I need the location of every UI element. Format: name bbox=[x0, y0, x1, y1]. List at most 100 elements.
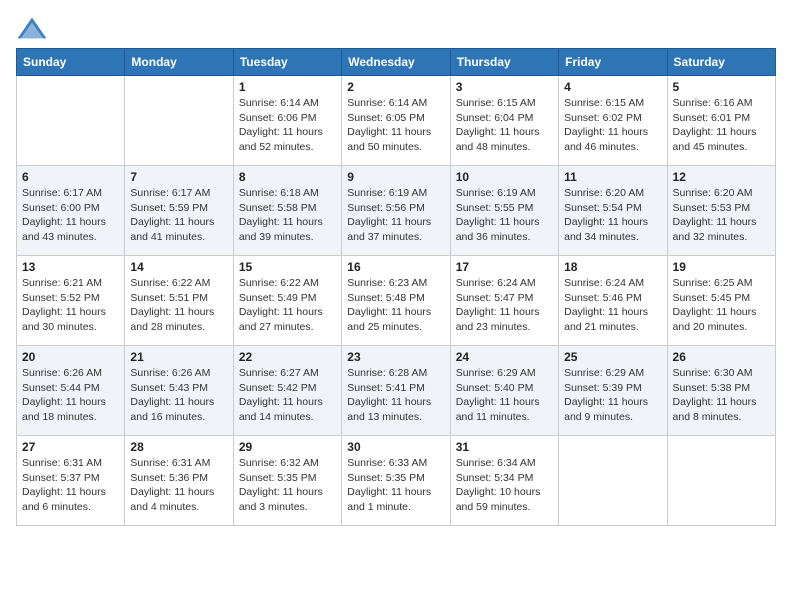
calendar-cell: 13 Sunrise: 6:21 AM Sunset: 5:52 PM Dayli… bbox=[17, 256, 125, 346]
day-number: 19 bbox=[673, 260, 770, 274]
day-number: 7 bbox=[130, 170, 227, 184]
day-number: 13 bbox=[22, 260, 119, 274]
day-info: Sunrise: 6:19 AM Sunset: 5:56 PM Dayligh… bbox=[347, 186, 444, 245]
day-number: 2 bbox=[347, 80, 444, 94]
calendar-cell: 22 Sunrise: 6:27 AM Sunset: 5:42 PM Dayli… bbox=[233, 346, 341, 436]
day-info: Sunrise: 6:20 AM Sunset: 5:53 PM Dayligh… bbox=[673, 186, 770, 245]
day-info: Sunrise: 6:16 AM Sunset: 6:01 PM Dayligh… bbox=[673, 96, 770, 155]
day-info: Sunrise: 6:14 AM Sunset: 6:05 PM Dayligh… bbox=[347, 96, 444, 155]
calendar-cell: 28 Sunrise: 6:31 AM Sunset: 5:36 PM Dayli… bbox=[125, 436, 233, 526]
calendar-cell: 31Sunrise: 6:34 AM Sunset: 5:34 PM Dayli… bbox=[450, 436, 558, 526]
day-number: 5 bbox=[673, 80, 770, 94]
calendar-cell: 7 Sunrise: 6:17 AM Sunset: 5:59 PM Daylig… bbox=[125, 166, 233, 256]
day-info: Sunrise: 6:31 AM Sunset: 5:37 PM Dayligh… bbox=[22, 456, 119, 515]
calendar-week-row: 20Sunrise: 6:26 AM Sunset: 5:44 PM Dayli… bbox=[17, 346, 776, 436]
calendar-header-row: SundayMondayTuesdayWednesdayThursdayFrid… bbox=[17, 49, 776, 76]
page-header bbox=[16, 16, 776, 40]
calendar-cell: 26 Sunrise: 6:30 AM Sunset: 5:38 PM Dayli… bbox=[667, 346, 775, 436]
calendar-cell: 2 Sunrise: 6:14 AM Sunset: 6:05 PM Daylig… bbox=[342, 76, 450, 166]
day-info: Sunrise: 6:25 AM Sunset: 5:45 PM Dayligh… bbox=[673, 276, 770, 335]
weekday-header: Wednesday bbox=[342, 49, 450, 76]
day-info: Sunrise: 6:18 AM Sunset: 5:58 PM Dayligh… bbox=[239, 186, 336, 245]
calendar-cell bbox=[17, 76, 125, 166]
calendar-cell: 12 Sunrise: 6:20 AM Sunset: 5:53 PM Dayli… bbox=[667, 166, 775, 256]
day-number: 11 bbox=[564, 170, 661, 184]
day-number: 20 bbox=[22, 350, 119, 364]
calendar-cell: 1Sunrise: 6:14 AM Sunset: 6:06 PM Daylig… bbox=[233, 76, 341, 166]
calendar-cell: 29 Sunrise: 6:32 AM Sunset: 5:35 PM Dayli… bbox=[233, 436, 341, 526]
day-number: 26 bbox=[673, 350, 770, 364]
calendar-cell: 24 Sunrise: 6:29 AM Sunset: 5:40 PM Dayli… bbox=[450, 346, 558, 436]
day-number: 22 bbox=[239, 350, 336, 364]
day-info: Sunrise: 6:28 AM Sunset: 5:41 PM Dayligh… bbox=[347, 366, 444, 425]
day-info: Sunrise: 6:32 AM Sunset: 5:35 PM Dayligh… bbox=[239, 456, 336, 515]
calendar-cell: 6Sunrise: 6:17 AM Sunset: 6:00 PM Daylig… bbox=[17, 166, 125, 256]
day-info: Sunrise: 6:19 AM Sunset: 5:55 PM Dayligh… bbox=[456, 186, 553, 245]
day-number: 24 bbox=[456, 350, 553, 364]
calendar-week-row: 13 Sunrise: 6:21 AM Sunset: 5:52 PM Dayli… bbox=[17, 256, 776, 346]
calendar-cell: 16 Sunrise: 6:23 AM Sunset: 5:48 PM Dayli… bbox=[342, 256, 450, 346]
calendar-week-row: 27 Sunrise: 6:31 AM Sunset: 5:37 PM Dayli… bbox=[17, 436, 776, 526]
day-number: 29 bbox=[239, 440, 336, 454]
calendar-cell: 3Sunrise: 6:15 AM Sunset: 6:04 PM Daylig… bbox=[450, 76, 558, 166]
calendar-cell: 25Sunrise: 6:29 AM Sunset: 5:39 PM Dayli… bbox=[559, 346, 667, 436]
calendar-cell: 23 Sunrise: 6:28 AM Sunset: 5:41 PM Dayli… bbox=[342, 346, 450, 436]
day-number: 10 bbox=[456, 170, 553, 184]
day-number: 21 bbox=[130, 350, 227, 364]
calendar-cell: 17 Sunrise: 6:24 AM Sunset: 5:47 PM Dayli… bbox=[450, 256, 558, 346]
calendar-week-row: 1Sunrise: 6:14 AM Sunset: 6:06 PM Daylig… bbox=[17, 76, 776, 166]
calendar-cell: 30 Sunrise: 6:33 AM Sunset: 5:35 PM Dayli… bbox=[342, 436, 450, 526]
day-number: 17 bbox=[456, 260, 553, 274]
day-number: 9 bbox=[347, 170, 444, 184]
day-info: Sunrise: 6:31 AM Sunset: 5:36 PM Dayligh… bbox=[130, 456, 227, 515]
day-info: Sunrise: 6:24 AM Sunset: 5:47 PM Dayligh… bbox=[456, 276, 553, 335]
day-info: Sunrise: 6:33 AM Sunset: 5:35 PM Dayligh… bbox=[347, 456, 444, 515]
calendar-cell: 15 Sunrise: 6:22 AM Sunset: 5:49 PM Dayli… bbox=[233, 256, 341, 346]
day-number: 28 bbox=[130, 440, 227, 454]
logo-icon bbox=[16, 16, 48, 40]
day-info: Sunrise: 6:15 AM Sunset: 6:04 PM Dayligh… bbox=[456, 96, 553, 155]
day-number: 15 bbox=[239, 260, 336, 274]
day-info: Sunrise: 6:17 AM Sunset: 5:59 PM Dayligh… bbox=[130, 186, 227, 245]
calendar-cell: 5 Sunrise: 6:16 AM Sunset: 6:01 PM Daylig… bbox=[667, 76, 775, 166]
calendar-cell: 9 Sunrise: 6:19 AM Sunset: 5:56 PM Daylig… bbox=[342, 166, 450, 256]
day-info: Sunrise: 6:27 AM Sunset: 5:42 PM Dayligh… bbox=[239, 366, 336, 425]
calendar-cell: 10 Sunrise: 6:19 AM Sunset: 5:55 PM Dayli… bbox=[450, 166, 558, 256]
weekday-header: Tuesday bbox=[233, 49, 341, 76]
weekday-header: Monday bbox=[125, 49, 233, 76]
calendar-week-row: 6Sunrise: 6:17 AM Sunset: 6:00 PM Daylig… bbox=[17, 166, 776, 256]
day-number: 8 bbox=[239, 170, 336, 184]
day-number: 27 bbox=[22, 440, 119, 454]
day-info: Sunrise: 6:22 AM Sunset: 5:51 PM Dayligh… bbox=[130, 276, 227, 335]
calendar-table: SundayMondayTuesdayWednesdayThursdayFrid… bbox=[16, 48, 776, 526]
calendar-cell: 18 Sunrise: 6:24 AM Sunset: 5:46 PM Dayli… bbox=[559, 256, 667, 346]
day-number: 16 bbox=[347, 260, 444, 274]
day-info: Sunrise: 6:29 AM Sunset: 5:40 PM Dayligh… bbox=[456, 366, 553, 425]
day-number: 25 bbox=[564, 350, 661, 364]
day-number: 14 bbox=[130, 260, 227, 274]
calendar-cell bbox=[125, 76, 233, 166]
day-info: Sunrise: 6:34 AM Sunset: 5:34 PM Dayligh… bbox=[456, 456, 553, 515]
day-number: 30 bbox=[347, 440, 444, 454]
day-info: Sunrise: 6:23 AM Sunset: 5:48 PM Dayligh… bbox=[347, 276, 444, 335]
day-number: 6 bbox=[22, 170, 119, 184]
day-info: Sunrise: 6:26 AM Sunset: 5:43 PM Dayligh… bbox=[130, 366, 227, 425]
weekday-header: Friday bbox=[559, 49, 667, 76]
calendar-cell: 14 Sunrise: 6:22 AM Sunset: 5:51 PM Dayli… bbox=[125, 256, 233, 346]
day-info: Sunrise: 6:24 AM Sunset: 5:46 PM Dayligh… bbox=[564, 276, 661, 335]
day-number: 12 bbox=[673, 170, 770, 184]
day-info: Sunrise: 6:30 AM Sunset: 5:38 PM Dayligh… bbox=[673, 366, 770, 425]
day-number: 23 bbox=[347, 350, 444, 364]
calendar-cell: 20Sunrise: 6:26 AM Sunset: 5:44 PM Dayli… bbox=[17, 346, 125, 436]
day-number: 4 bbox=[564, 80, 661, 94]
calendar-cell: 27 Sunrise: 6:31 AM Sunset: 5:37 PM Dayli… bbox=[17, 436, 125, 526]
day-info: Sunrise: 6:21 AM Sunset: 5:52 PM Dayligh… bbox=[22, 276, 119, 335]
logo bbox=[16, 16, 52, 40]
day-info: Sunrise: 6:15 AM Sunset: 6:02 PM Dayligh… bbox=[564, 96, 661, 155]
day-number: 1 bbox=[239, 80, 336, 94]
day-number: 18 bbox=[564, 260, 661, 274]
day-info: Sunrise: 6:22 AM Sunset: 5:49 PM Dayligh… bbox=[239, 276, 336, 335]
calendar-cell: 21 Sunrise: 6:26 AM Sunset: 5:43 PM Dayli… bbox=[125, 346, 233, 436]
calendar-cell: 4 Sunrise: 6:15 AM Sunset: 6:02 PM Daylig… bbox=[559, 76, 667, 166]
weekday-header: Sunday bbox=[17, 49, 125, 76]
